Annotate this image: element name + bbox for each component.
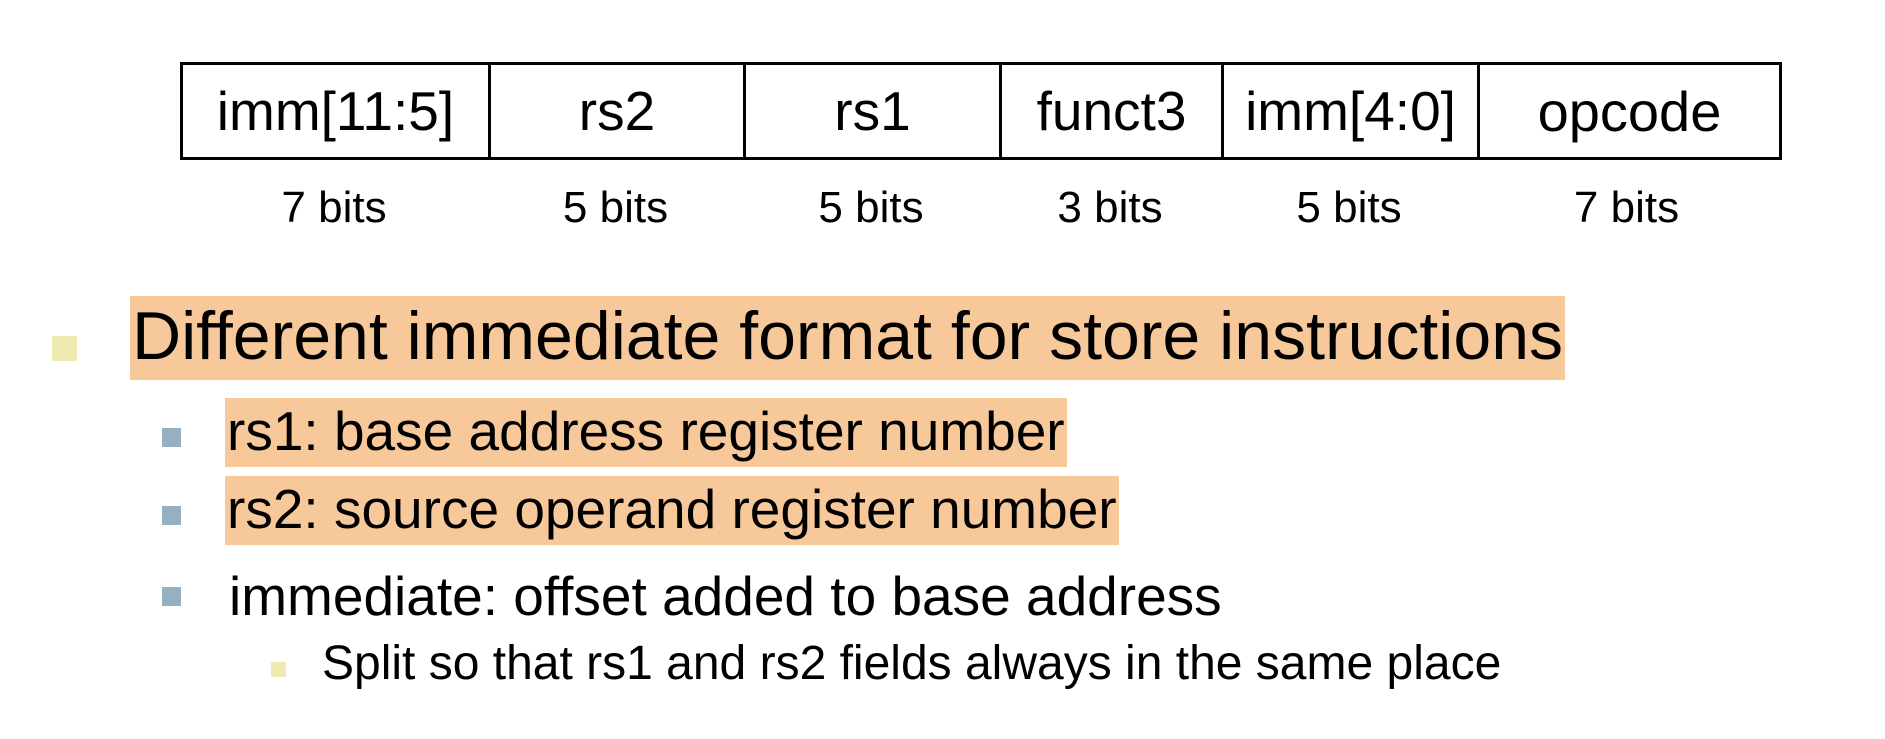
bullet-square-icon xyxy=(162,506,181,525)
field-rs2: rs2 xyxy=(491,65,746,157)
bits-rs1: 5 bits xyxy=(818,183,924,232)
bullet-sub-text: immediate: offset added to base address xyxy=(229,565,1222,627)
bullet-sub-text: rs2: source operand register number xyxy=(225,476,1119,545)
bullet-sub-rs1: rs1: base address register number xyxy=(225,398,1067,467)
bits-rs2: 5 bits xyxy=(562,183,669,232)
bits-imm-11-5: 7 bits xyxy=(281,183,387,232)
bullet-sub-rs2: rs2: source operand register number xyxy=(225,476,1119,545)
bullet-subsub-text: Split so that rs1 and rs2 fields always … xyxy=(322,637,1502,690)
field-rs1: rs1 xyxy=(746,65,1002,157)
bits-imm-4-0: 5 bits xyxy=(1296,183,1402,232)
field-imm-4-0: imm[4:0] xyxy=(1224,65,1480,157)
field-opcode: opcode xyxy=(1537,79,1722,143)
field-imm-11-5: imm[11:5] xyxy=(183,65,491,157)
store-instruction-format-table: imm[11:5] rs2 rs1 funct3 imm[4:0] opcode xyxy=(180,62,1782,160)
bullet-sub-text: rs1: base address register number xyxy=(225,398,1067,467)
bits-opcode: 7 bits xyxy=(1573,183,1680,232)
bullet-square-icon xyxy=(162,428,181,447)
bullet-square-icon xyxy=(52,336,77,361)
bullet-subsub-split: Split so that rs1 and rs2 fields always … xyxy=(322,636,1501,691)
field-bit-widths: 7 bits 5 bits 5 bits 3 bits 5 bits 7 bit… xyxy=(180,180,1782,236)
bullet-square-icon xyxy=(162,587,181,606)
bits-funct3: 3 bits xyxy=(1057,183,1163,232)
bullet-sub-immediate: immediate: offset added to base address xyxy=(227,558,1224,636)
field-funct3: funct3 xyxy=(1002,65,1224,157)
bullet-square-icon xyxy=(271,662,286,677)
bullet-main: Different immediate format for store ins… xyxy=(130,296,1566,380)
bullet-main-text: Different immediate format for store ins… xyxy=(130,296,1566,380)
